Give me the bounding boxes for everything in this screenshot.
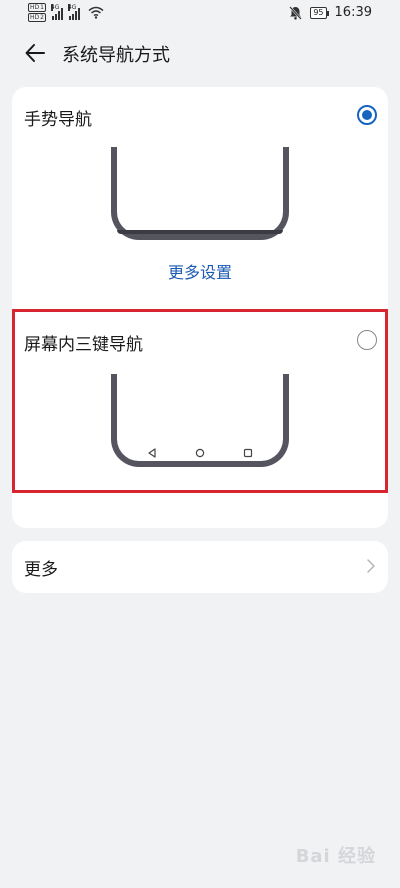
- sim-1: 1: [40, 4, 44, 11]
- three-key-phone-illustration: [111, 374, 289, 467]
- hd-indicators: HD 1 HD 2: [28, 3, 46, 22]
- home-circle-icon: [195, 448, 205, 458]
- page-title: 系统导航方式: [62, 45, 170, 66]
- gesture-nav-radio[interactable]: [357, 105, 377, 125]
- back-triangle-icon: [148, 448, 156, 458]
- signal-icon-2: 4G: [67, 3, 80, 20]
- three-key-nav-label[interactable]: 屏幕内三键导航: [24, 330, 143, 355]
- nav-keys: [147, 447, 253, 459]
- status-bar: HD 1 HD 2 4G 4G 95 16:39: [0, 0, 400, 30]
- signal-icon: 4G: [50, 3, 63, 20]
- hd-badge-2: HD 2: [28, 13, 46, 22]
- three-key-nav-radio[interactable]: [357, 330, 377, 350]
- header: 系统导航方式: [0, 30, 400, 78]
- chevron-right-icon: [367, 559, 375, 573]
- more-settings-link[interactable]: 更多设置: [12, 259, 388, 283]
- more-row[interactable]: 更多: [12, 541, 388, 593]
- gesture-phone-illustration: [111, 147, 289, 240]
- battery-icon: 95: [310, 6, 329, 19]
- wifi-icon: [88, 6, 104, 19]
- more-label: 更多: [24, 560, 58, 580]
- sim-2: 2: [40, 14, 44, 21]
- clock: 16:39: [334, 5, 372, 20]
- navigation-options-card: 手势导航 更多设置 屏幕内三键导航: [12, 87, 388, 528]
- arrow-left-icon[interactable]: [24, 42, 46, 64]
- status-left: HD 1 HD 2 4G 4G: [28, 3, 104, 22]
- recent-square-icon: [243, 448, 253, 458]
- gesture-nav-label[interactable]: 手势导航: [24, 105, 92, 130]
- watermark: Bai 经验: [295, 846, 376, 867]
- hd-badge-1: HD 1: [28, 3, 46, 12]
- status-right: 95 16:39: [289, 5, 372, 20]
- mute-icon: [289, 5, 303, 20]
